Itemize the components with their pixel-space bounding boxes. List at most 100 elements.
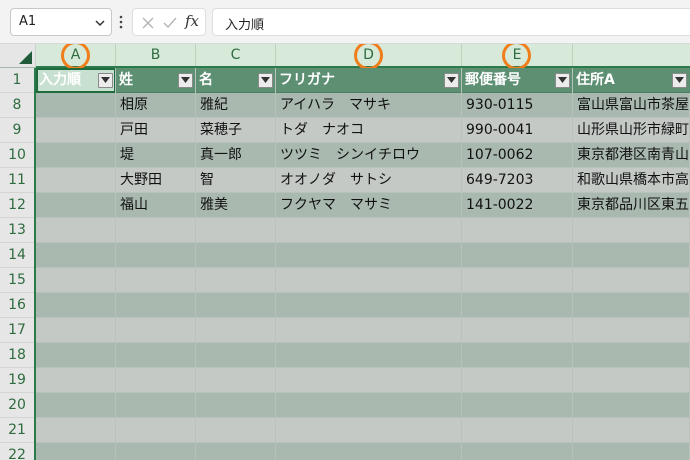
- table-cell[interactable]: [573, 443, 690, 460]
- table-cell[interactable]: [573, 243, 690, 268]
- table-cell[interactable]: [196, 318, 276, 343]
- table-cell[interactable]: [36, 218, 116, 243]
- table-cell[interactable]: 大野田: [116, 168, 196, 193]
- table-cell[interactable]: 福山: [116, 193, 196, 218]
- table-cell[interactable]: [573, 418, 690, 443]
- select-all-button[interactable]: [0, 44, 36, 68]
- filter-dropdown-icon[interactable]: [672, 73, 687, 88]
- table-cell[interactable]: [116, 368, 196, 393]
- table-cell[interactable]: [573, 393, 690, 418]
- row-header[interactable]: 21: [0, 418, 34, 443]
- row-header[interactable]: 9: [0, 118, 34, 143]
- table-cell[interactable]: [36, 193, 116, 218]
- table-cell[interactable]: [276, 393, 462, 418]
- table-cell[interactable]: 990-0041: [462, 118, 573, 143]
- table-header-cell[interactable]: 姓: [116, 68, 196, 93]
- row-header[interactable]: 16: [0, 293, 34, 318]
- table-cell[interactable]: [36, 368, 116, 393]
- row-header[interactable]: 12: [0, 193, 34, 218]
- table-cell[interactable]: 和歌山県橋本市高: [573, 168, 690, 193]
- table-cell[interactable]: 東京都港区南青山: [573, 143, 690, 168]
- table-cell[interactable]: [462, 343, 573, 368]
- filter-dropdown-icon[interactable]: [178, 73, 193, 88]
- row-header[interactable]: 20: [0, 393, 34, 418]
- table-cell[interactable]: 相原: [116, 93, 196, 118]
- table-cell[interactable]: [196, 418, 276, 443]
- filter-dropdown-icon[interactable]: [258, 73, 273, 88]
- table-cell[interactable]: [36, 93, 116, 118]
- table-cell[interactable]: [276, 443, 462, 460]
- cancel-icon[interactable]: [139, 14, 157, 32]
- table-cell[interactable]: [116, 318, 196, 343]
- table-cell[interactable]: [276, 268, 462, 293]
- table-cell[interactable]: [573, 368, 690, 393]
- table-cell[interactable]: 戸田: [116, 118, 196, 143]
- filter-dropdown-icon[interactable]: [98, 73, 113, 88]
- table-cell[interactable]: 649-7203: [462, 168, 573, 193]
- table-cell[interactable]: [276, 368, 462, 393]
- table-header-cell[interactable]: 住所A: [573, 68, 690, 93]
- table-cell[interactable]: [116, 343, 196, 368]
- table-cell[interactable]: [462, 318, 573, 343]
- row-header[interactable]: 13: [0, 218, 34, 243]
- table-cell[interactable]: フクヤマ マサミ: [276, 193, 462, 218]
- table-cell[interactable]: [276, 318, 462, 343]
- table-cell[interactable]: 141-0022: [462, 193, 573, 218]
- table-cell[interactable]: アイハラ マサキ: [276, 93, 462, 118]
- table-cell[interactable]: [462, 218, 573, 243]
- table-cell[interactable]: [36, 443, 116, 460]
- table-cell[interactable]: ツツミ シンイチロウ: [276, 143, 462, 168]
- row-header[interactable]: 18: [0, 343, 34, 368]
- table-cell[interactable]: 東京都品川区東五: [573, 193, 690, 218]
- table-cell[interactable]: [36, 243, 116, 268]
- row-header[interactable]: 10: [0, 143, 34, 168]
- table-cell[interactable]: [462, 368, 573, 393]
- table-cell[interactable]: [573, 268, 690, 293]
- insert-function-button[interactable]: fx: [185, 12, 199, 30]
- table-cell[interactable]: [36, 268, 116, 293]
- chevron-down-icon[interactable]: [94, 17, 106, 29]
- table-cell[interactable]: [116, 243, 196, 268]
- table-cell[interactable]: [36, 143, 116, 168]
- row-header[interactable]: 11: [0, 168, 34, 193]
- table-cell[interactable]: [36, 418, 116, 443]
- row-header[interactable]: 22: [0, 443, 34, 460]
- table-cell[interactable]: [116, 218, 196, 243]
- name-box[interactable]: A1: [10, 8, 112, 36]
- table-cell[interactable]: 富山県富山市茶屋: [573, 93, 690, 118]
- table-cell[interactable]: 107-0062: [462, 143, 573, 168]
- column-header-a[interactable]: A: [36, 44, 116, 70]
- table-cell[interactable]: [462, 418, 573, 443]
- row-header[interactable]: 1: [0, 68, 34, 93]
- column-header-b[interactable]: B: [116, 44, 196, 66]
- table-cell[interactable]: [462, 243, 573, 268]
- table-cell[interactable]: [462, 393, 573, 418]
- table-cell[interactable]: [276, 293, 462, 318]
- table-header-cell[interactable]: フリガナ: [276, 68, 462, 93]
- row-header[interactable]: 19: [0, 368, 34, 393]
- table-cell[interactable]: [276, 343, 462, 368]
- table-cell[interactable]: [196, 443, 276, 460]
- table-cell[interactable]: [573, 343, 690, 368]
- table-cell[interactable]: [276, 418, 462, 443]
- table-cell[interactable]: [36, 318, 116, 343]
- table-cell[interactable]: [196, 343, 276, 368]
- formula-input[interactable]: 入力順: [212, 8, 690, 36]
- table-cell[interactable]: [196, 268, 276, 293]
- row-header[interactable]: 15: [0, 268, 34, 293]
- table-cell[interactable]: [573, 218, 690, 243]
- table-cell[interactable]: [116, 268, 196, 293]
- table-cell[interactable]: [196, 368, 276, 393]
- row-header[interactable]: 14: [0, 243, 34, 268]
- table-cell[interactable]: 菜穂子: [196, 118, 276, 143]
- table-cell[interactable]: 智: [196, 168, 276, 193]
- table-cell[interactable]: オオノダ サトシ: [276, 168, 462, 193]
- table-cell[interactable]: [36, 118, 116, 143]
- table-header-cell[interactable]: 郵便番号: [462, 68, 573, 93]
- table-cell[interactable]: [573, 318, 690, 343]
- table-cell[interactable]: [276, 243, 462, 268]
- table-cell[interactable]: 雅美: [196, 193, 276, 218]
- table-cell[interactable]: [36, 168, 116, 193]
- column-header-e[interactable]: E: [462, 44, 573, 70]
- table-cell[interactable]: [462, 293, 573, 318]
